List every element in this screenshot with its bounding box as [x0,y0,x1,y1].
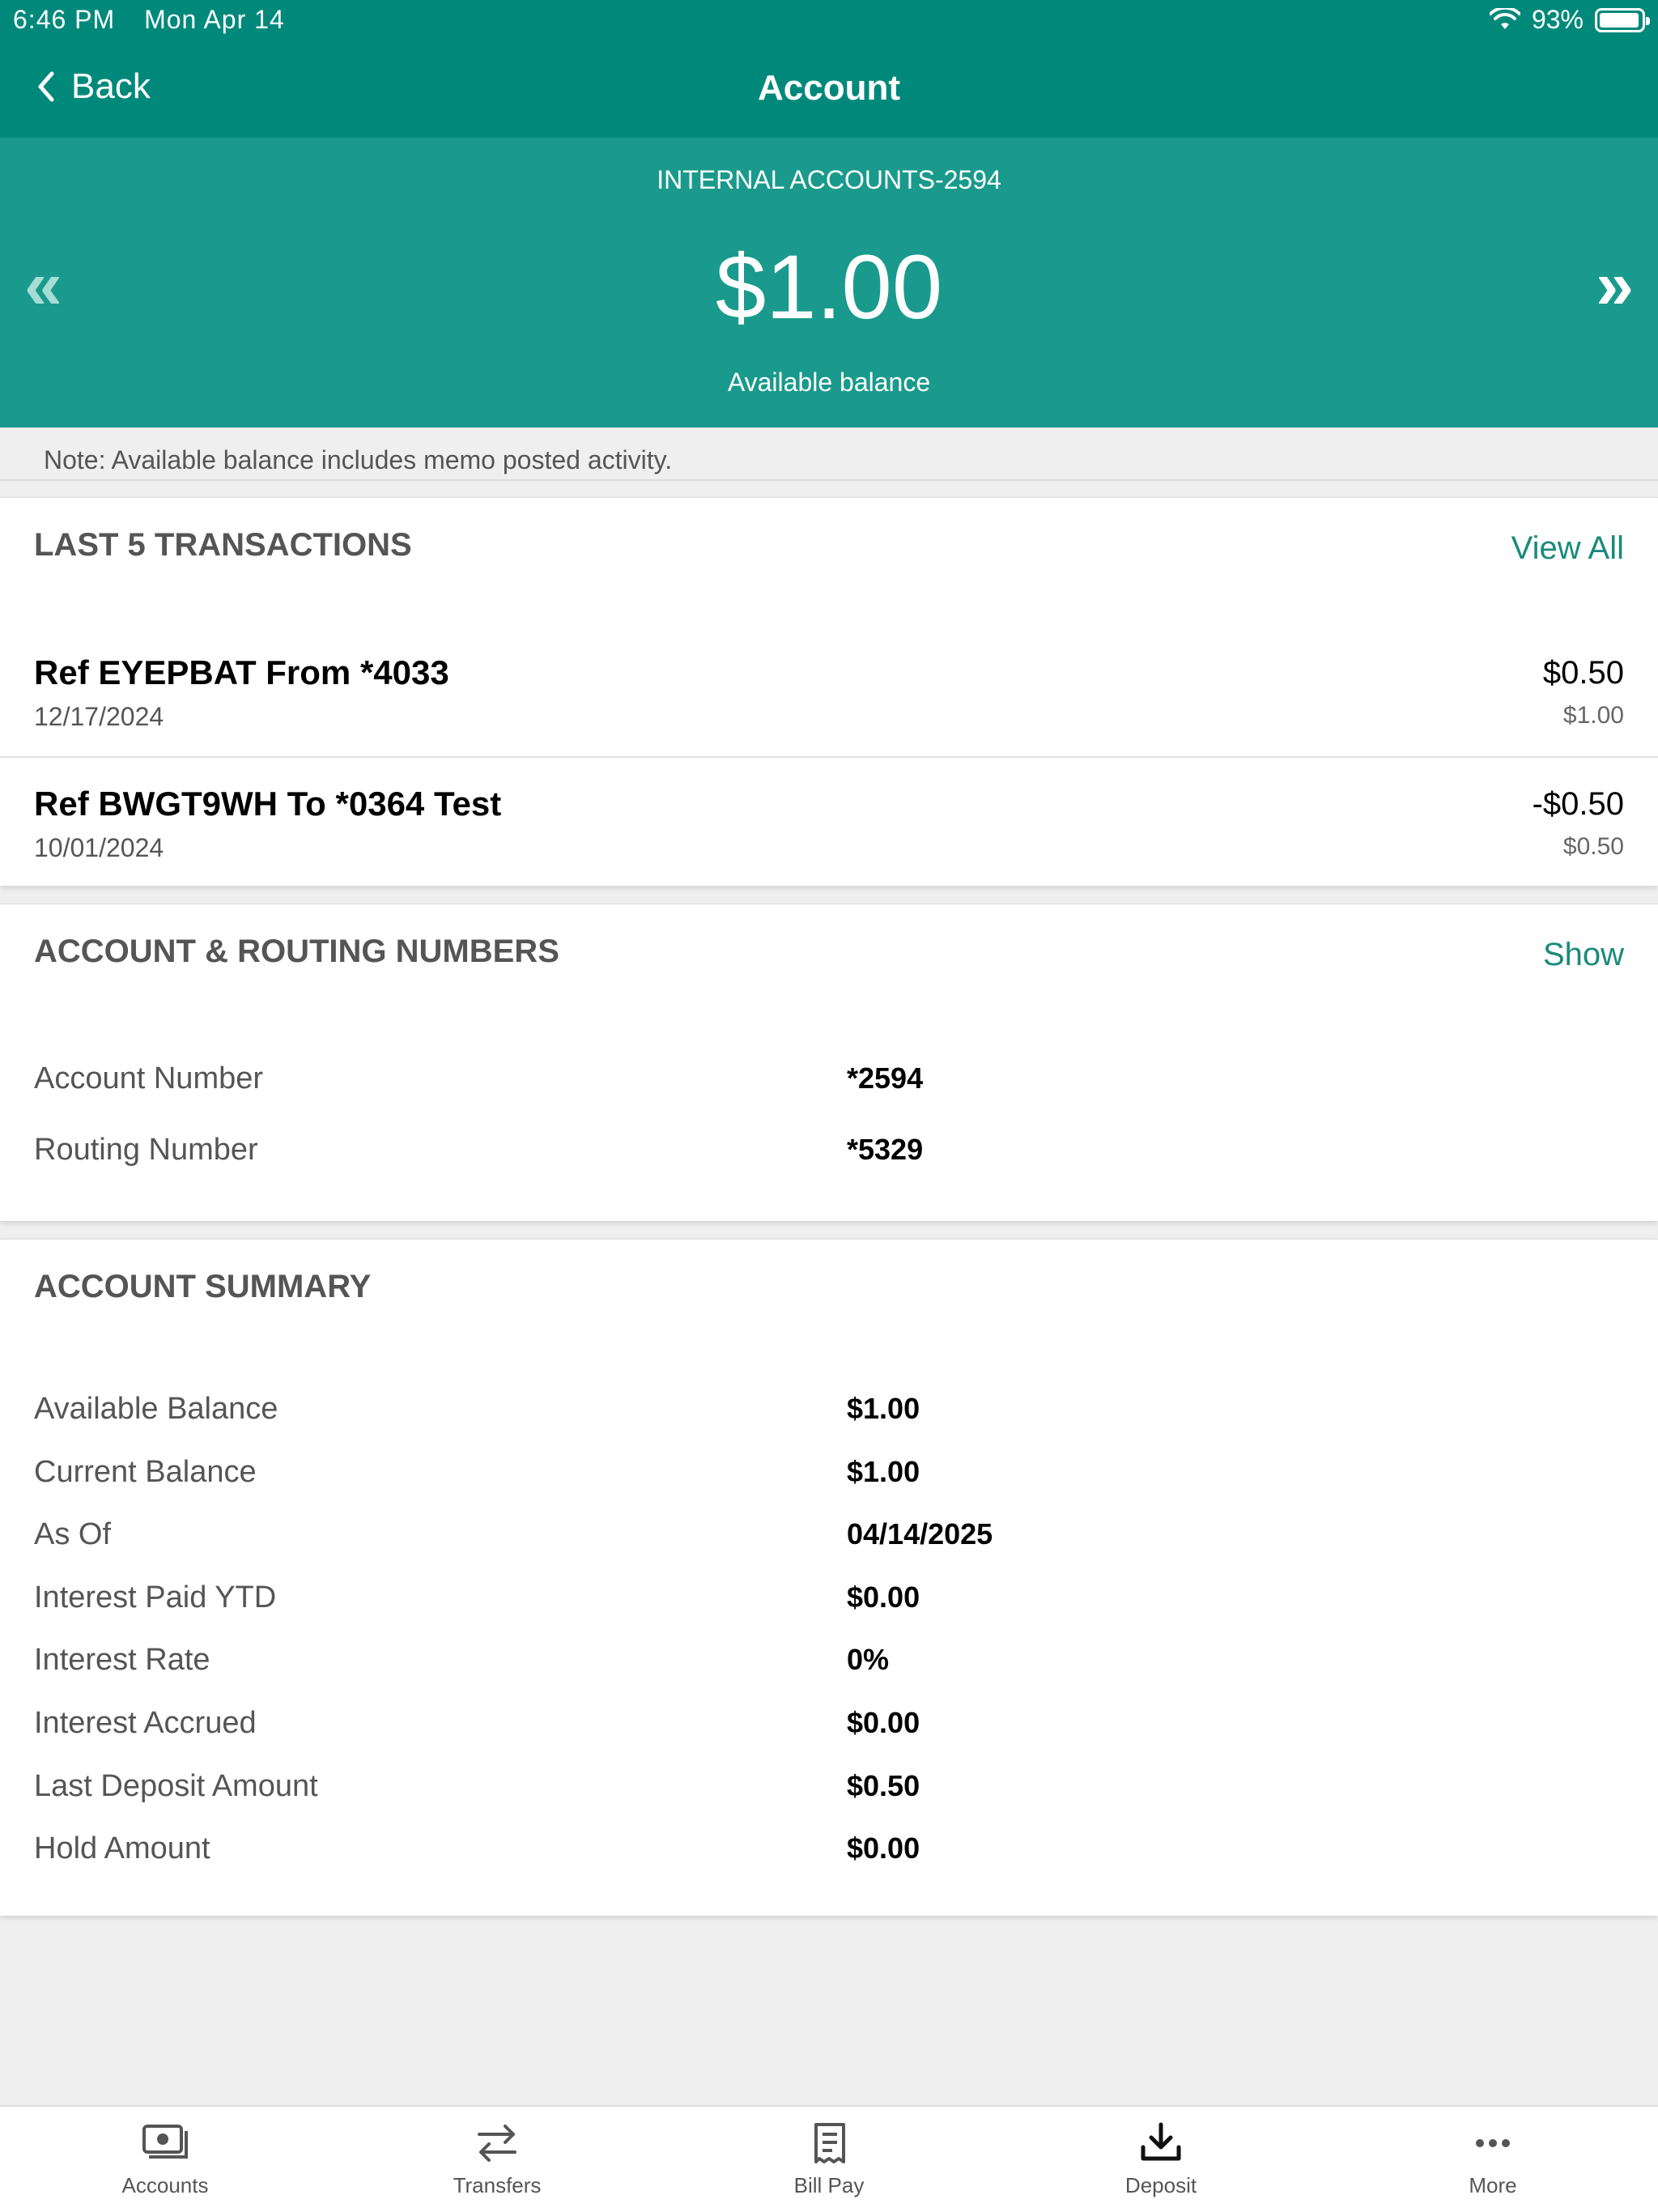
deposit-icon [1141,2122,1181,2161]
transactions-title: LAST 5 TRANSACTIONS [34,527,412,563]
bill-pay-icon [814,2123,845,2163]
row-value: *5329 [847,1133,924,1166]
routing-number-row: Routing Number *5329 [0,1133,1658,1181]
tab-more[interactable]: More [1371,2121,1614,2198]
transaction-amount: $0.50 [1542,655,1624,691]
row-value: 04/14/2025 [847,1517,993,1551]
status-right: 93% [1489,5,1650,35]
tab-bill-pay[interactable]: Bill Pay [708,2121,950,2198]
row-value: $0.00 [847,1706,920,1739]
summary-row: Last Deposit Amount $0.50 [0,1769,1658,1818]
balance-band: « INTERNAL ACCOUNTS-2594 $1.00 Available… [0,138,1658,428]
page-title: Account [758,68,900,108]
summary-title: ACCOUNT SUMMARY [34,1269,372,1304]
row-label: Available Balance [34,1392,278,1426]
account-name: INTERNAL ACCOUNTS-2594 [657,165,1001,194]
summary-row: Interest Rate 0% [0,1643,1658,1691]
row-label: Interest Paid YTD [34,1580,277,1614]
status-left: 6:46 PM Mon Apr 14 [13,5,306,35]
row-label: Last Deposit Amount [34,1769,318,1803]
summary-row: Interest Paid YTD $0.00 [0,1580,1658,1629]
row-label: Account Number [34,1061,264,1095]
show-numbers-link[interactable]: Show [1543,937,1624,973]
transaction-row[interactable]: Ref BWGT9WH To *0364 Test 10/01/2024 -$0… [0,755,1658,885]
row-label: Hold Amount [34,1831,210,1865]
transaction-date: 12/17/2024 [34,702,164,731]
battery-icon [1595,7,1650,32]
tab-label: Transfers [453,2173,542,2197]
tab-label: Accounts [121,2173,209,2197]
status-time: 6:46 PM [13,5,116,34]
tab-label: Deposit [1124,2173,1197,2197]
transaction-running-balance: $0.50 [1562,833,1624,860]
available-balance-label: Available balance [727,368,931,397]
transaction-amount: -$0.50 [1532,786,1624,822]
transaction-name: Ref EYEPBAT From *4033 [34,653,449,691]
view-all-link[interactable]: View All [1511,530,1624,567]
row-value: $0.50 [847,1769,920,1802]
row-label: Interest Accrued [34,1706,257,1740]
row-value: *2594 [847,1061,924,1095]
summary-row: Interest Accrued $0.00 [0,1706,1658,1755]
balance-note: Note: Available balance includes memo po… [0,428,1658,481]
routing-title: ACCOUNT & ROUTING NUMBERS [34,934,559,969]
summary-row: Hold Amount $0.00 [0,1831,1658,1880]
row-value: $0.00 [847,1831,920,1865]
row-label: Routing Number [34,1133,258,1167]
row-value: $1.00 [847,1455,920,1488]
status-bar: 6:46 PM Mon Apr 14 93% [0,0,1658,42]
transactions-card: LAST 5 TRANSACTIONS View All Ref EYEPBAT… [0,497,1658,886]
transaction-date: 10/01/2024 [34,833,164,862]
tab-bar: Accounts Transfers Bill Pay Deposit More [0,2105,1658,2212]
summary-row: Available Balance $1.00 [0,1392,1658,1440]
more-icon [1476,2139,1510,2147]
row-value: $0.00 [847,1580,920,1614]
tab-label: More [1469,2173,1517,2197]
row-value: 0% [847,1643,890,1676]
routing-card: ACCOUNT & ROUTING NUMBERS Show Account N… [0,904,1658,1221]
row-label: As Of [34,1517,112,1551]
accounts-icon [142,2125,188,2159]
transfers-icon [478,2125,517,2162]
wifi-icon [1489,7,1520,29]
row-label: Current Balance [34,1455,257,1489]
battery-percent: 93% [1531,5,1584,34]
tab-deposit[interactable]: Deposit [1039,2121,1282,2198]
transaction-row[interactable]: Ref EYEPBAT From *4033 12/17/2024 $0.50 … [0,624,1658,754]
transaction-running-balance: $1.00 [1562,702,1624,729]
status-date: Mon Apr 14 [144,5,285,34]
summary-row: Current Balance $1.00 [0,1455,1658,1504]
row-value: $1.00 [847,1392,920,1425]
top-bar: 6:46 PM Mon Apr 14 93% Back Account [0,0,1658,138]
available-balance: $1.00 [715,236,943,338]
tab-transfers[interactable]: Transfers [376,2121,619,2198]
tab-accounts[interactable]: Accounts [44,2121,287,2198]
next-account-button[interactable]: » [1596,251,1634,319]
summary-row: As Of 04/14/2025 [0,1517,1658,1566]
transaction-name: Ref BWGT9WH To *0364 Test [34,785,502,823]
summary-card: ACCOUNT SUMMARY Available Balance $1.00 … [0,1239,1658,1916]
tab-label: Bill Pay [793,2173,865,2197]
account-number-row: Account Number *2594 [0,1061,1658,1110]
row-label: Interest Rate [34,1643,210,1677]
